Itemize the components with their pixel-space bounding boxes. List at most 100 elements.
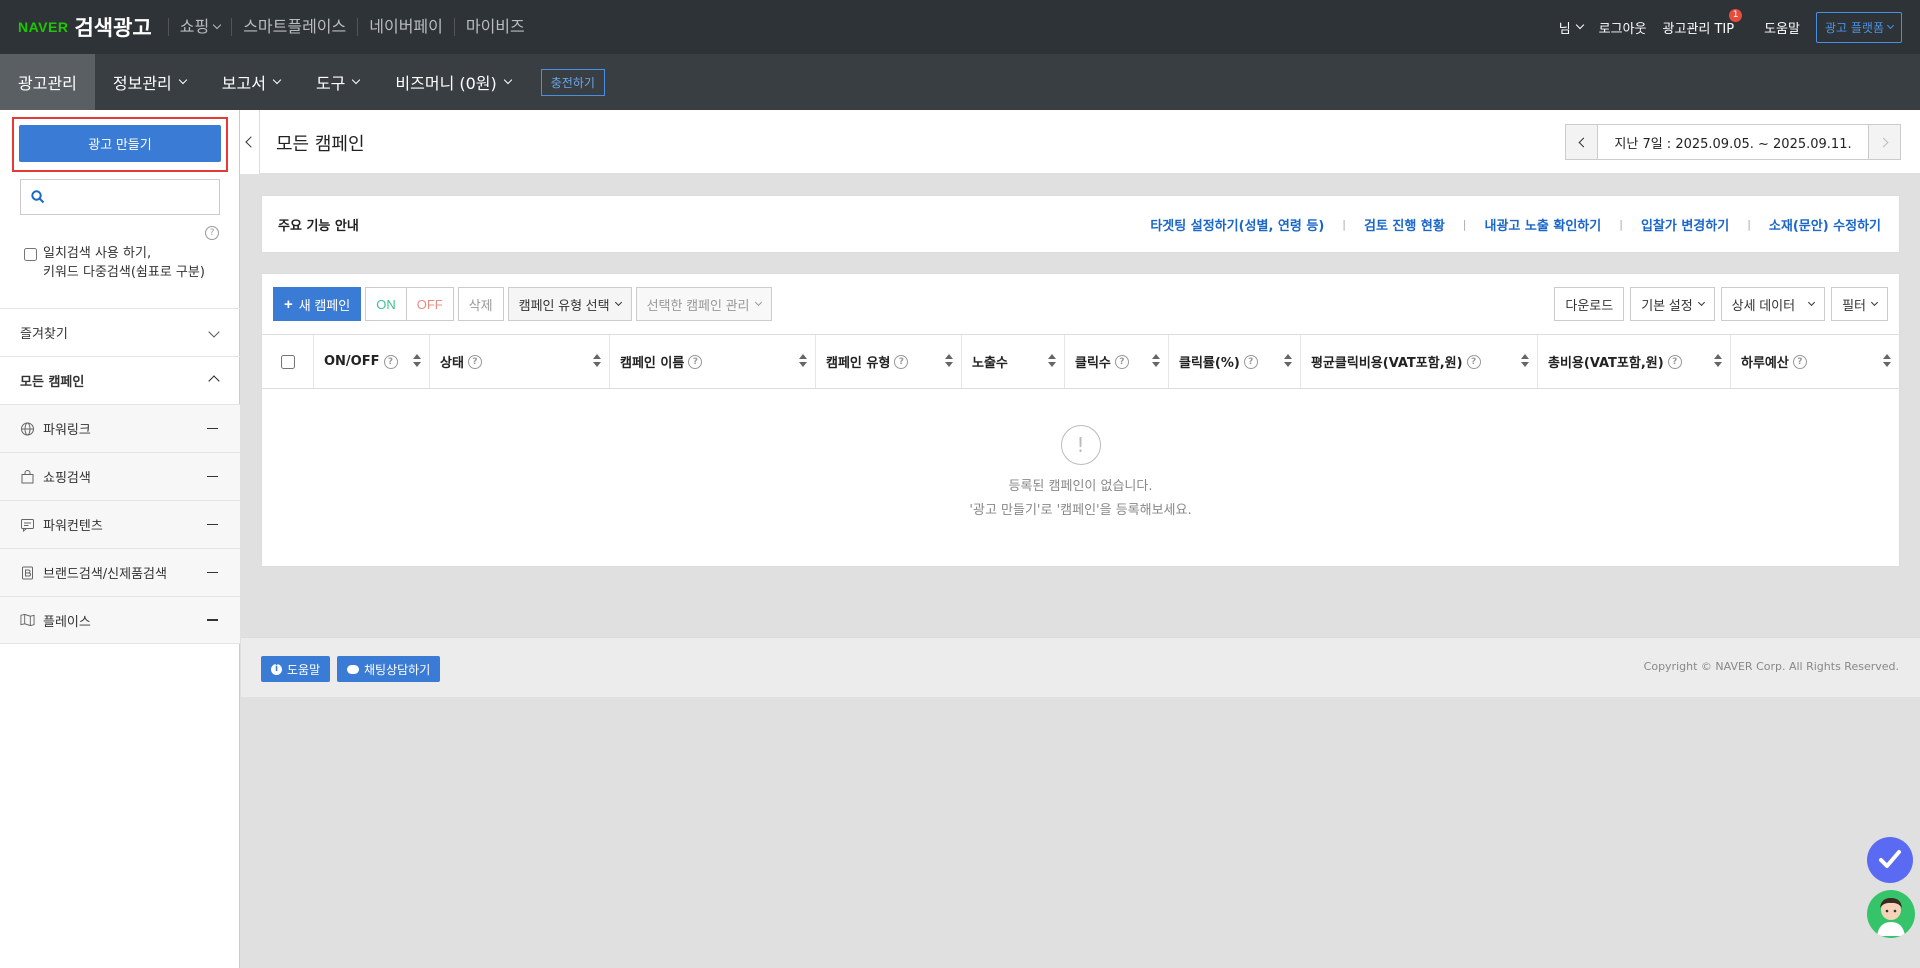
sidebar-item-powerlink[interactable]: 파워링크 — [0, 404, 240, 452]
column-header[interactable]: 평균클릭비용(VAT포함,원)? — [1301, 335, 1538, 388]
help-icon[interactable]: ? — [383, 354, 398, 369]
help-icon[interactable]: ? — [1243, 354, 1258, 369]
select-all-checkbox[interactable] — [280, 354, 295, 369]
column-header[interactable]: 총비용(VAT포함,원)? — [1538, 335, 1731, 388]
column-label: 평균클릭비용(VAT포함,원) — [1311, 356, 1463, 371]
campaign-type-select[interactable]: 캠페인 유형 선택 — [507, 287, 632, 321]
filter-button[interactable]: 필터 — [1831, 287, 1888, 321]
detail-data-button[interactable]: 상세 데이터 — [1720, 287, 1826, 321]
menu-bizmoney[interactable]: 비즈머니 (0원) — [377, 54, 528, 110]
user-name: 님 — [1558, 21, 1571, 37]
naver-logo: NAVER — [18, 19, 69, 35]
download-button[interactable]: 다운로드 — [1554, 287, 1625, 321]
targeting-link[interactable]: 타겟팅 설정하기(성별, 연령 등) — [1150, 215, 1324, 234]
logout-link[interactable]: 로그아웃 — [1599, 18, 1647, 37]
chevron-right-icon — [1878, 137, 1888, 147]
sort-icon[interactable] — [1284, 354, 1292, 368]
column-header[interactable]: 노출수 — [962, 335, 1065, 388]
date-next-button[interactable] — [1868, 125, 1900, 159]
off-button[interactable]: OFF — [406, 287, 454, 321]
sort-icon[interactable] — [593, 354, 601, 368]
sort-icon[interactable] — [1048, 354, 1056, 368]
chevron-down-icon — [1886, 21, 1895, 29]
minus-icon[interactable] — [207, 427, 218, 430]
column-label: 하루예산 — [1741, 356, 1789, 371]
campaign-search-input[interactable] — [20, 179, 220, 215]
help-icon[interactable]: ? — [467, 354, 482, 369]
sort-icon[interactable] — [1521, 354, 1529, 368]
date-prev-button[interactable] — [1566, 125, 1598, 159]
ad-platform-button[interactable]: 광고 플랫폼 — [1815, 11, 1902, 43]
sidebar-all-campaigns[interactable]: 모든 캠페인 — [0, 356, 240, 404]
ad-exposure-check-link[interactable]: 내광고 노출 확인하기 — [1485, 215, 1602, 234]
user-menu[interactable]: 님 — [1558, 18, 1584, 37]
sidebar-collapse-button[interactable] — [240, 110, 260, 174]
column-header[interactable]: 상태? — [430, 335, 610, 388]
top-nav-shopping[interactable]: 쇼핑 — [167, 18, 231, 36]
sort-icon[interactable] — [1714, 354, 1722, 368]
help-icon[interactable]: ? — [1667, 354, 1682, 369]
minus-icon[interactable] — [207, 475, 218, 478]
column-header[interactable]: 하루예산? — [1731, 335, 1899, 388]
menu-info-management[interactable]: 정보관리 — [95, 54, 204, 110]
delete-button[interactable]: 삭제 — [457, 287, 504, 321]
menu-tools[interactable]: 도구 — [298, 54, 377, 110]
basic-settings-button[interactable]: 기본 설정 — [1630, 287, 1715, 321]
sidebar-item-power-contents[interactable]: 파워컨텐츠 — [0, 500, 240, 548]
logo[interactable]: NAVER 검색광고 — [18, 12, 152, 42]
sidebar-item-place[interactable]: 플레이스 — [0, 596, 240, 644]
avatar-icon — [1877, 898, 1905, 936]
sidebar: 광고 만들기 ? 일치검색 사용 하기, 키워드 다중검색(쉼표로 구분) 즐겨찾… — [0, 110, 240, 968]
floating-assistant-button[interactable] — [1867, 837, 1913, 883]
review-status-link[interactable]: 검토 진행 현황 — [1364, 215, 1445, 234]
exact-search-line1: 일치검색 사용 하기, — [43, 246, 152, 261]
chat-consult-button[interactable]: 채팅상담하기 — [337, 656, 441, 682]
top-nav-naverpay[interactable]: 네이버페이 — [357, 18, 454, 36]
footer-help-button[interactable]: i 도움말 — [261, 656, 331, 682]
sort-icon[interactable] — [1152, 354, 1160, 368]
manage-selected-select[interactable]: 선택한 캠페인 관리 — [635, 287, 772, 321]
help-icon[interactable]: ? — [1466, 354, 1481, 369]
sort-icon[interactable] — [1883, 354, 1891, 368]
column-header[interactable]: 클릭률(%)? — [1169, 335, 1301, 388]
date-range-text[interactable]: 지난 7일 : 2025.09.05. ~ 2025.09.11. — [1598, 133, 1868, 152]
help-icon[interactable]: ? — [205, 226, 219, 240]
top-nav-mybiz[interactable]: 마이비즈 — [453, 18, 536, 36]
help-icon[interactable]: ? — [894, 354, 909, 369]
create-ad-button[interactable]: 광고 만들기 — [19, 125, 221, 162]
help-link[interactable]: 도움말 — [1764, 18, 1800, 37]
menu-reports[interactable]: 보고서 — [204, 54, 298, 110]
sort-icon[interactable] — [945, 354, 953, 368]
minus-icon[interactable] — [207, 523, 218, 526]
ad-tip-link[interactable]: 광고관리 TIP 1 — [1663, 8, 1743, 37]
on-button[interactable]: ON — [365, 287, 407, 321]
help-icon[interactable]: ? — [1114, 354, 1129, 369]
top-nav-smartplace[interactable]: 스마트플레이스 — [231, 18, 357, 36]
chevron-down-icon — [614, 298, 622, 306]
column-label: 상태 — [440, 356, 464, 371]
sidebar-item-brand-search[interactable]: 브랜드검색/신제품검색 — [0, 548, 240, 596]
help-icon[interactable]: ? — [1792, 354, 1807, 369]
minus-icon[interactable] — [207, 571, 218, 574]
exact-search-option[interactable]: 일치검색 사용 하기, 키워드 다중검색(쉼표로 구분) — [24, 244, 205, 282]
creative-edit-link[interactable]: 소재(문안) 수정하기 — [1769, 215, 1881, 234]
column-header[interactable]: 캠페인 유형? — [816, 335, 962, 388]
exact-search-checkbox[interactable] — [24, 248, 37, 261]
column-header[interactable]: ON/OFF? — [314, 335, 430, 388]
column-header[interactable]: 클릭수? — [1065, 335, 1169, 388]
sort-icon[interactable] — [799, 354, 807, 368]
sidebar-item-shopping-search[interactable]: 쇼핑검색 — [0, 452, 240, 500]
exact-search-line2: 키워드 다중검색(쉼표로 구분) — [43, 265, 205, 280]
chatbot-avatar-button[interactable] — [1867, 890, 1915, 938]
column-header[interactable]: 캠페인 이름? — [610, 335, 816, 388]
menu-label: 보고서 — [221, 74, 266, 93]
charge-button[interactable]: 충전하기 — [540, 68, 605, 96]
column-label: 클릭수 — [1075, 356, 1111, 371]
minus-icon[interactable] — [207, 619, 218, 621]
new-campaign-button[interactable]: + 새 캠페인 — [273, 287, 362, 321]
menu-ad-management[interactable]: 광고관리 — [0, 54, 95, 110]
sidebar-favorites[interactable]: 즐겨찾기 — [0, 308, 240, 356]
sort-icon[interactable] — [413, 354, 421, 368]
help-icon[interactable]: ? — [688, 354, 703, 369]
bid-change-link[interactable]: 입찰가 변경하기 — [1641, 215, 1729, 234]
